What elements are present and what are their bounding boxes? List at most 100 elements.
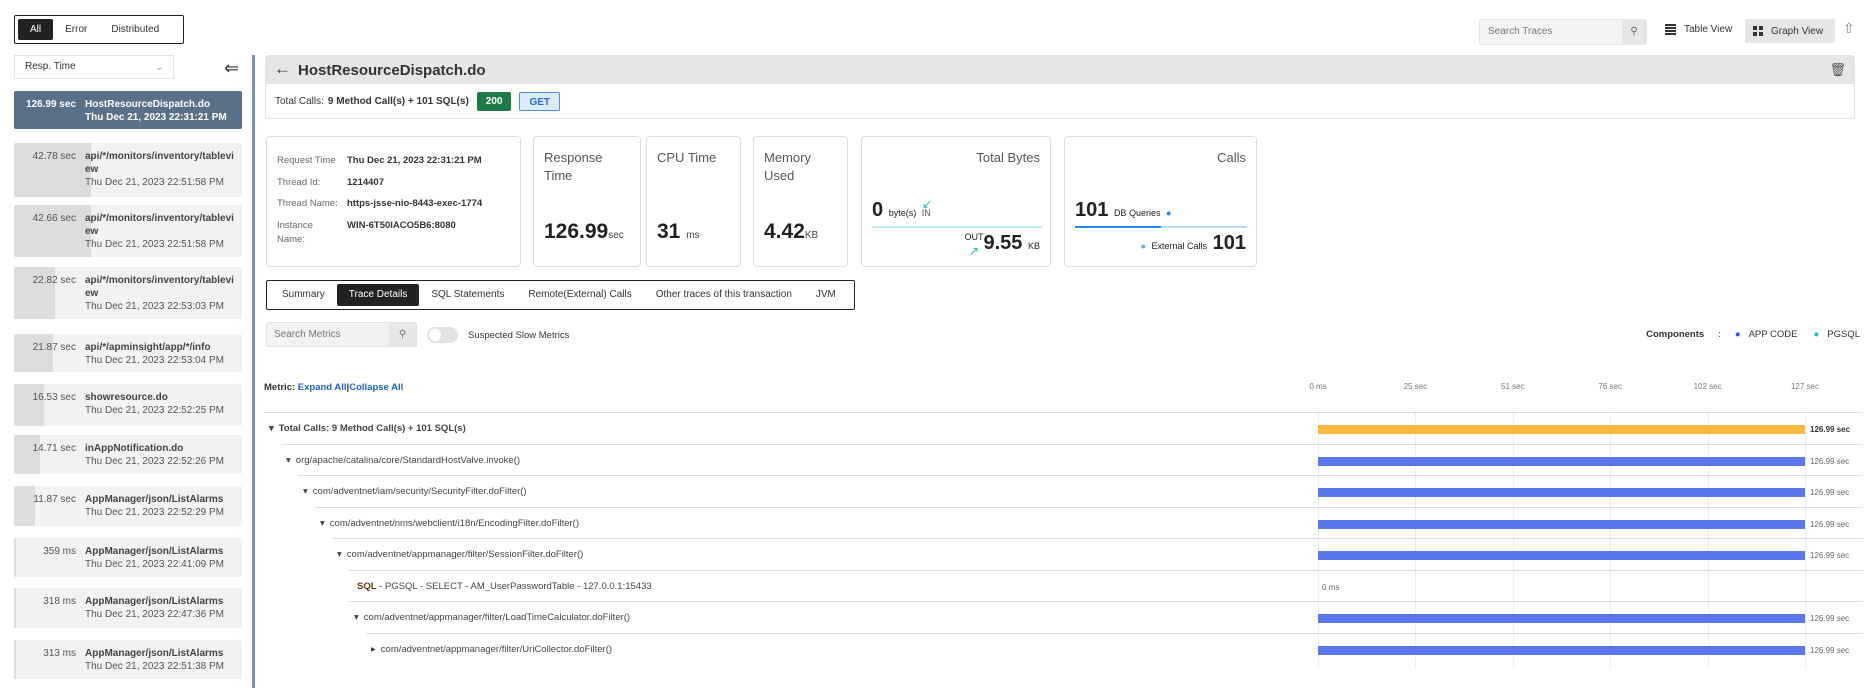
bytes-in-unit: byte(s) bbox=[888, 208, 917, 218]
tree-row-label: com/adventnet/appmanager/filter/UriColle… bbox=[380, 643, 613, 655]
gridline bbox=[1415, 412, 1416, 668]
trace-list-item[interactable]: 126.99 sec HostResourceDispatch.do Thu De… bbox=[14, 91, 242, 129]
duration-bar bbox=[1318, 456, 1805, 466]
tree-row[interactable]: ▾ Total Calls: 9 Method Call(s) + 101 SQL… bbox=[269, 423, 466, 434]
back-arrow-icon[interactable]: ← bbox=[274, 59, 291, 79]
tree-row[interactable]: ▾ com/adventnet/appmanager/filter/LoadTim… bbox=[354, 612, 630, 623]
duration-value: 126.99 sec bbox=[1810, 425, 1851, 434]
filter-tab-distributed[interactable]: Distributed bbox=[99, 19, 171, 40]
trace-list-item[interactable]: 14.71 sec inAppNotification.do Thu Dec 21… bbox=[14, 435, 242, 474]
sort-select-value: Resp. Time bbox=[25, 61, 76, 72]
search-icon[interactable]: ⚲ bbox=[389, 323, 416, 346]
trace-list-item[interactable]: 16.53 sec showresource.do Thu Dec 21, 202… bbox=[14, 384, 242, 426]
gridline bbox=[1318, 412, 1319, 668]
trace-duration-bar bbox=[14, 640, 16, 679]
tree-row[interactable]: ▾ com/adventnet/nms/webclient/i18n/Encodi… bbox=[320, 518, 579, 529]
row-divider bbox=[298, 475, 1863, 476]
tab-summary[interactable]: Summary bbox=[270, 284, 337, 306]
trace-duration-bar bbox=[14, 538, 16, 577]
tree-row[interactable]: ▾ com/adventnet/iam/security/SecurityFilt… bbox=[303, 486, 527, 497]
slow-metrics-label: Suspected Slow Metrics bbox=[468, 330, 570, 341]
tree-row[interactable]: ▸ com/adventnet/appmanager/filter/UriColl… bbox=[371, 644, 612, 655]
row-divider bbox=[349, 569, 1863, 571]
bytes-divider bbox=[872, 226, 1042, 228]
gridline bbox=[1805, 412, 1806, 668]
request-time-label: Request Time bbox=[277, 155, 336, 166]
trace-time: 22.82 sec bbox=[32, 275, 76, 286]
row-divider bbox=[349, 601, 1863, 602]
total-calls-value: 9 Method Call(s) + 101 SQL(s) bbox=[327, 95, 469, 107]
thread-id-value: 1214407 bbox=[347, 177, 384, 188]
caret-down-icon[interactable]: ▾ bbox=[286, 455, 291, 466]
panel-divider[interactable] bbox=[252, 55, 255, 688]
trace-list-item[interactable]: 313 ms AppManager/json/ListAlarms Thu Dec… bbox=[14, 640, 242, 679]
axis-tick: 102 sec bbox=[1693, 382, 1722, 391]
tree-row-label: org/apache/catalina/core/StandardHostVal… bbox=[295, 454, 521, 466]
trace-date: Thu Dec 21, 2023 22:53:04 PM bbox=[85, 355, 224, 366]
duration-bar bbox=[1318, 645, 1805, 655]
trace-date: Thu Dec 21, 2023 22:51:58 PM bbox=[85, 239, 224, 250]
row-divider bbox=[281, 443, 1863, 445]
caret-down-icon[interactable]: ▾ bbox=[303, 486, 308, 497]
request-time-value: Thu Dec 21, 2023 22:31:21 PM bbox=[347, 155, 482, 166]
calls-card: Calls 101 DB Queries ● ● External Calls … bbox=[1064, 136, 1257, 267]
trace-list-item[interactable]: 21.87 sec api/*/apminsight/app/*/info Thu… bbox=[14, 334, 242, 372]
detail-tabs: Summary Trace Details SQL Statements Rem… bbox=[266, 280, 855, 310]
tree-row[interactable]: ▾ org/apache/catalina/core/StandardHostVa… bbox=[286, 455, 520, 466]
trace-duration-bar bbox=[14, 334, 53, 372]
table-view-button[interactable]: Table View bbox=[1665, 24, 1732, 35]
trace-time: 16.53 sec bbox=[32, 392, 76, 403]
response-time-value: 126.99 bbox=[544, 220, 609, 243]
caret-down-icon[interactable]: ▾ bbox=[337, 549, 342, 560]
trace-time: 42.66 sec bbox=[32, 213, 76, 224]
search-traces-input[interactable]: Search Traces ⚲ bbox=[1479, 19, 1647, 45]
slow-metrics-toggle[interactable] bbox=[427, 327, 458, 343]
db-dot-icon: ● bbox=[1166, 208, 1172, 218]
duration-value: 126.99 sec bbox=[1810, 614, 1850, 623]
expand-all-link[interactable]: Expand All bbox=[298, 382, 347, 393]
search-metrics-input[interactable]: Search Metrics ⚲ bbox=[266, 322, 417, 347]
trace-time: 42.78 sec bbox=[32, 151, 76, 162]
duration-value: 126.99 sec bbox=[1810, 488, 1850, 497]
trace-list-item[interactable]: 22.82 sec api/*/monitors/inventory/table… bbox=[14, 267, 242, 319]
trace-date: Thu Dec 21, 2023 22:52:26 PM bbox=[85, 456, 224, 467]
trace-name: api/*/apminsight/app/*/info bbox=[85, 342, 211, 353]
filter-tab-all[interactable]: All bbox=[18, 19, 54, 40]
caret-down-icon[interactable]: ▾ bbox=[269, 423, 274, 434]
tab-remote-calls[interactable]: Remote(External) Calls bbox=[516, 284, 643, 306]
graph-view-button[interactable]: Graph View bbox=[1745, 19, 1835, 43]
total-bytes-card: Total Bytes 0 byte(s) IN ↙ OUT9.55 KB ↗ bbox=[861, 136, 1051, 267]
trace-list-item[interactable]: 11.87 sec AppManager/json/ListAlarms Thu … bbox=[14, 486, 242, 526]
trace-list-item[interactable]: 318 ms AppManager/json/ListAlarms Thu Dec… bbox=[14, 588, 242, 628]
trace-list-item[interactable]: 42.78 sec api/*/monitors/inventory/table… bbox=[14, 143, 242, 197]
sort-select[interactable]: Resp. Time ⌄ bbox=[14, 55, 174, 79]
calls-bar bbox=[1075, 226, 1247, 228]
bytes-out-value: 9.55 bbox=[983, 232, 1023, 254]
tab-trace-details[interactable]: Trace Details bbox=[336, 284, 420, 306]
tab-jvm[interactable]: JVM bbox=[804, 284, 848, 306]
caret-down-icon[interactable]: ▾ bbox=[354, 612, 359, 623]
components-legend: Components : ● APP CODE ● PGSQL bbox=[1646, 329, 1860, 340]
share-icon[interactable]: ⇧ bbox=[1843, 20, 1855, 37]
tree-row[interactable]: ▾ com/adventnet/appmanager/filter/Session… bbox=[337, 549, 583, 560]
trace-list-item[interactable]: 359 ms AppManager/json/ListAlarms Thu Dec… bbox=[14, 538, 242, 577]
tab-sql-statements[interactable]: SQL Statements bbox=[419, 284, 516, 306]
search-icon[interactable]: ⚲ bbox=[1622, 20, 1646, 44]
tree-row-label: com/adventnet/appmanager/filter/SessionF… bbox=[346, 549, 584, 560]
tree-row[interactable]: SQL - PGSQL - SELECT - AM_UserPasswordTa… bbox=[357, 581, 652, 592]
collapse-panel-icon[interactable]: ⇐ bbox=[224, 59, 239, 77]
collapse-all-link[interactable]: Collapse All bbox=[349, 382, 403, 393]
cpu-time-unit: ms bbox=[686, 230, 700, 241]
filter-tab-error[interactable]: Error bbox=[53, 19, 99, 40]
db-queries-label: DB Queries bbox=[1113, 208, 1161, 218]
trace-list-item[interactable]: 42.66 sec api/*/monitors/inventory/table… bbox=[14, 205, 242, 257]
caret-down-icon[interactable]: ▾ bbox=[320, 518, 325, 529]
instance-label: Instance Name: bbox=[277, 220, 313, 245]
metric-header: Metric: Expand All|Collapse All bbox=[264, 382, 403, 393]
trace-time: 14.71 sec bbox=[32, 443, 76, 454]
tab-other-traces[interactable]: Other traces of this transaction bbox=[644, 284, 804, 306]
duration-bar bbox=[1318, 488, 1805, 497]
trash-icon[interactable]: 🗑 bbox=[1829, 62, 1846, 78]
caret-right-icon[interactable]: ▸ bbox=[371, 644, 376, 655]
duration-bar bbox=[1318, 519, 1805, 529]
